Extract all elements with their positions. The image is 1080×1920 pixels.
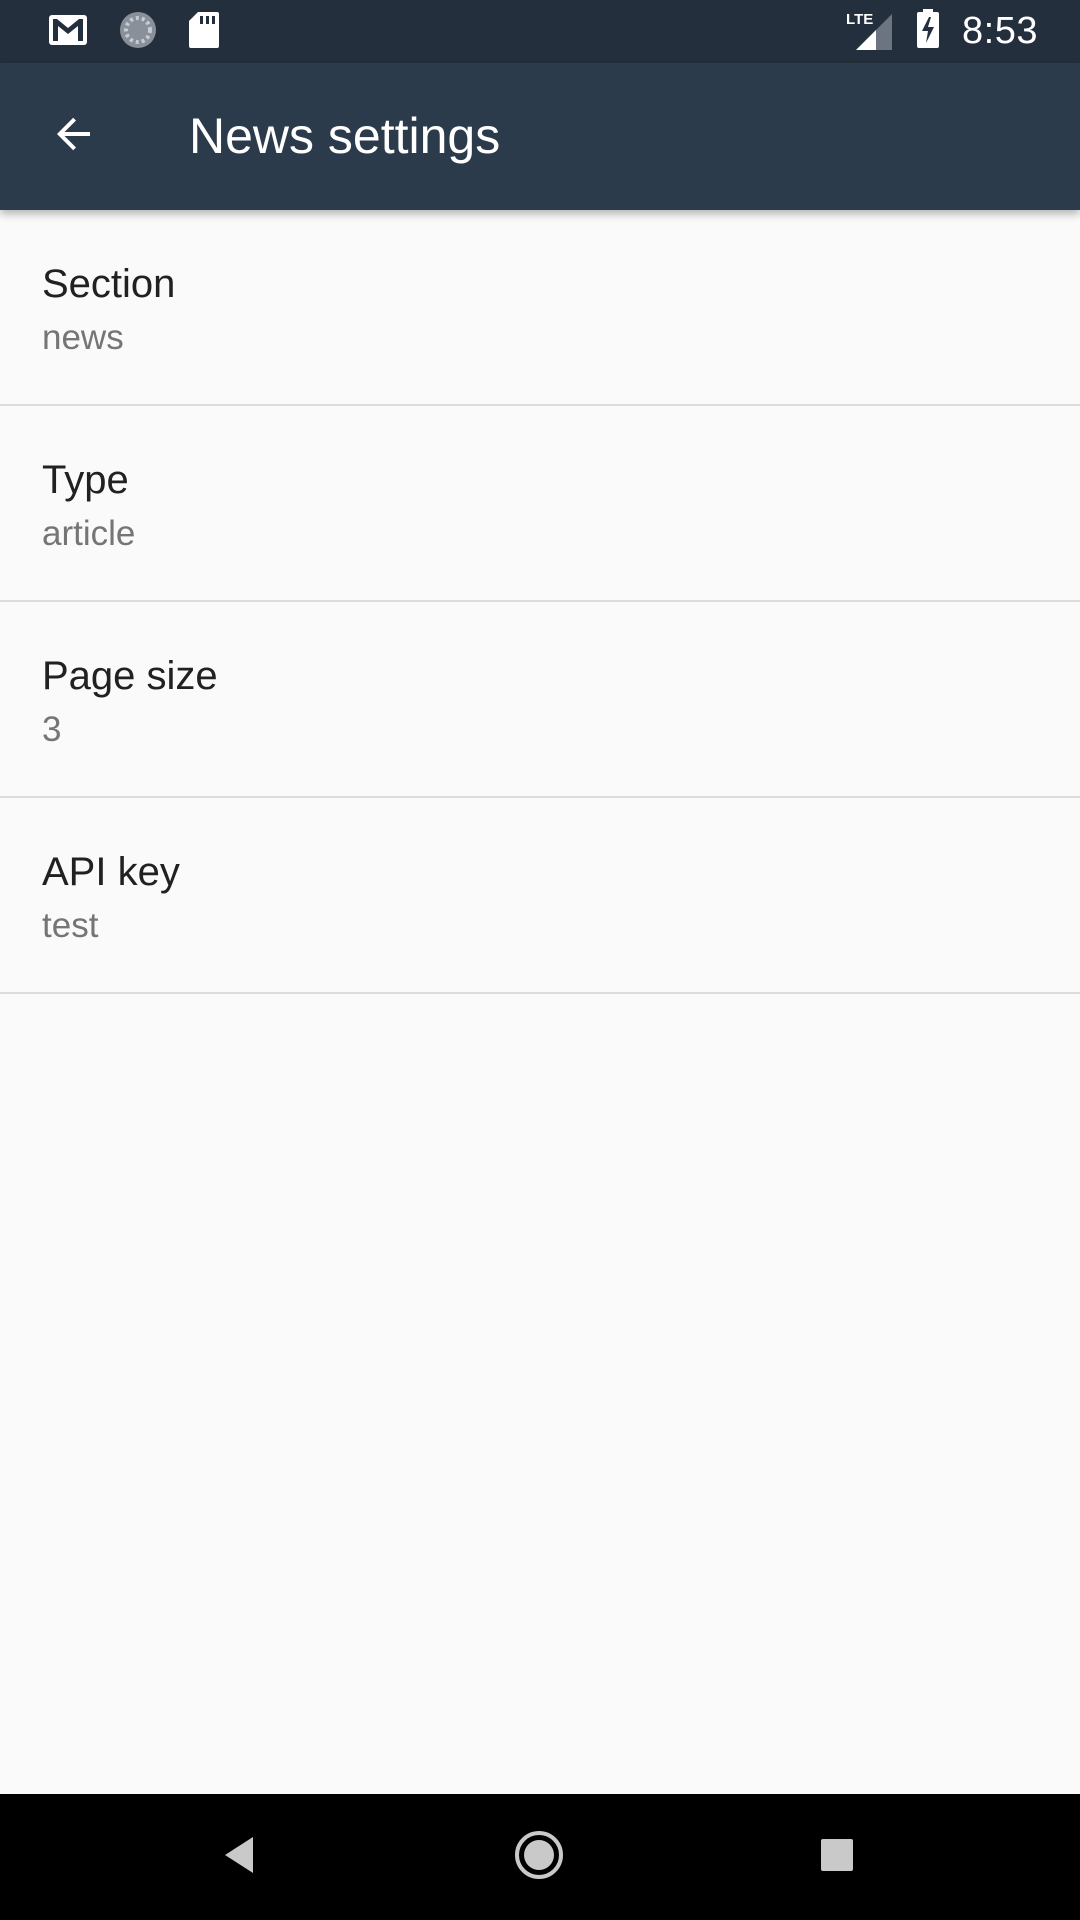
system-status-icons: LTE 8:53 [846,0,1038,63]
navigation-bar [0,1794,1080,1920]
recents-square-icon [819,1837,855,1878]
setting-title: Page size [42,654,218,698]
setting-api-key[interactable]: API key test [0,798,1080,994]
setting-summary: test [42,906,99,945]
setting-summary: news [42,318,124,357]
nav-recents-button[interactable] [792,1812,882,1902]
setting-title: Section [42,262,176,306]
arrow-back-icon [50,110,98,163]
clock: 8:53 [962,10,1038,52]
setting-summary: 3 [42,710,62,749]
setting-summary: article [42,514,136,553]
nav-back-button[interactable] [196,1812,286,1902]
setting-type[interactable]: Type article [0,406,1080,602]
nav-home-button[interactable] [494,1812,584,1902]
settings-list: Section news Type article Page size 3 AP… [0,210,1080,994]
sync-icon [118,10,158,55]
gmail-icon [48,14,88,51]
back-button[interactable] [36,99,111,174]
sd-card-icon [188,11,220,54]
notification-icons [48,10,220,55]
lte-signal-icon: LTE [846,11,894,52]
setting-section[interactable]: Section news [0,210,1080,406]
back-triangle-icon [221,1833,261,1882]
setting-title: Type [42,458,129,502]
setting-title: API key [42,850,180,894]
setting-page-size[interactable]: Page size 3 [0,602,1080,798]
home-circle-icon [513,1829,565,1886]
status-bar: LTE 8:53 [0,0,1080,63]
app-bar: News settings [0,63,1080,210]
page-title: News settings [189,108,501,164]
battery-charging-icon [916,9,940,54]
